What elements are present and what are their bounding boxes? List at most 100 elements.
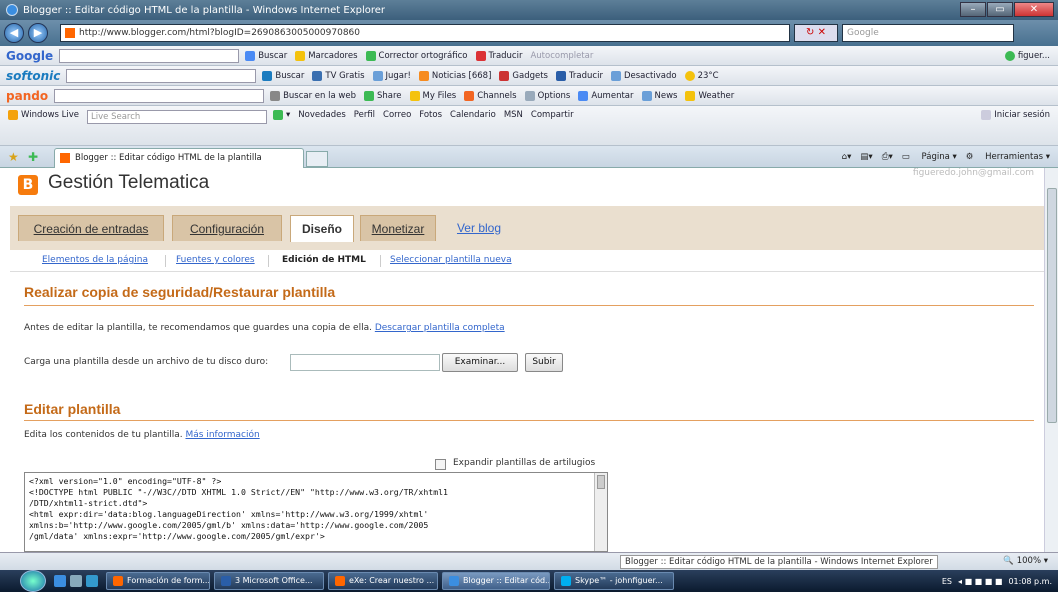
disabled-button[interactable]: Desactivado [610,70,677,81]
page-menu[interactable]: ▭ Página ▾ [902,152,957,162]
share-button[interactable]: Share [363,90,402,101]
back-button[interactable]: ◀ [4,23,24,43]
pando-weather-button[interactable]: Weather [685,90,734,101]
softonic-search-input[interactable] [66,68,257,83]
divider [165,255,166,267]
profile-link[interactable]: Perfil [354,110,375,120]
live-news-link[interactable]: Novedades [298,110,345,120]
photos-link[interactable]: Fotos [419,110,442,120]
address-bar-row: ◀ ▶ http://www.blogger.com/html?blogID=2… [0,20,1058,46]
tab-settings[interactable]: Configuración [172,215,282,241]
zoom-level[interactable]: 🔍 100% ▾ [1003,556,1048,566]
window-title: Blogger :: Editar código HTML de la plan… [23,4,386,16]
tab-monetize[interactable]: Monetizar [360,215,436,241]
desktop-quicklaunch-icon[interactable] [70,575,82,587]
page-scroll-thumb[interactable] [1047,188,1057,423]
pando-toolbar: pando Buscar en la web Share My Files Ch… [0,86,1058,106]
user-email: figueredo.john@gmail.com [912,168,1034,178]
windows-live-toolbar: Windows Live Live Search ▾ Novedades Per… [0,106,1058,146]
pando-logo: pando [6,88,49,103]
blog-title: Gestión Telematica [48,172,210,193]
browse-button[interactable]: Examinar... [442,353,518,372]
code-scrollbar[interactable] [594,473,607,551]
forward-button[interactable]: ▶ [28,23,48,43]
divider [268,255,269,267]
view-blog-link[interactable]: Ver blog [444,215,514,241]
print-icon[interactable]: ⎙▾ [882,152,893,162]
gadgets-button[interactable]: Gadgets [499,70,548,81]
bookmarks-button[interactable]: Marcadores [295,50,358,61]
close-button[interactable]: ✕ [1014,2,1054,17]
translate-button[interactable]: Traducir [475,50,522,61]
task-blogger[interactable]: Blogger :: Editar cód... [442,572,550,590]
softonic-translate-button[interactable]: Traducir [555,70,603,81]
maximize-button[interactable]: ▭ [987,2,1013,17]
task-office[interactable]: 3 Microsoft Office... [214,572,324,590]
tab-posting[interactable]: Creación de entradas [18,215,164,241]
file-path-input[interactable] [290,354,440,371]
google-search-input[interactable] [59,48,240,63]
new-tab-button[interactable] [306,150,328,167]
clock[interactable]: 01:08 p.m. [1008,577,1052,586]
scroll-thumb[interactable] [597,475,605,489]
browser-tab-active[interactable]: Blogger :: Editar código HTML de la plan… [54,147,304,168]
mail-link[interactable]: Correo [383,110,411,120]
refresh-stop-icons[interactable]: ↻ ✕ [794,24,838,42]
start-button[interactable] [20,570,46,592]
softonic-logo: softonic [6,68,61,83]
task-exe[interactable]: eXe: Crear nuestro ... [328,572,438,590]
calendar-link[interactable]: Calendario [450,110,496,120]
softonic-search-button[interactable]: Buscar [262,70,304,81]
news-button[interactable]: Noticias [668] [418,70,491,81]
spellcheck-button[interactable]: Corrector ortográfico [365,50,468,61]
google-search-button[interactable]: Buscar [245,50,287,61]
task-skype[interactable]: Skype™ - johnfiguer... [554,572,674,590]
live-search-input[interactable]: Live Search [87,110,268,124]
ie-quicklaunch-icon[interactable] [54,575,66,587]
media-quicklaunch-icon[interactable] [86,575,98,587]
subtab-fonts-colors[interactable]: Fuentes y colores [176,255,255,265]
google-user[interactable]: figuer... [1004,50,1050,61]
windows-taskbar: Formación de form... 3 Microsoft Office.… [0,570,1058,592]
status-tooltip: Blogger :: Editar código HTML de la plan… [620,555,938,569]
address-input[interactable]: http://www.blogger.com/html?blogID=26908… [60,24,790,42]
subtab-page-elements[interactable]: Elementos de la página [42,255,148,265]
tab-layout[interactable]: Diseño [290,215,354,242]
feeds-icon[interactable]: ▤▾ [860,152,872,162]
language-indicator[interactable]: ES [942,577,952,586]
tools-menu[interactable]: ⚙ Herramientas ▾ [966,152,1050,162]
share-link[interactable]: Compartir [531,110,574,120]
pando-news-button[interactable]: News [641,90,677,101]
upload-button[interactable]: Subir [525,353,563,372]
msn-link[interactable]: MSN [504,110,523,120]
blogger-favicon [60,153,70,163]
windows-live-logo: Windows Live [8,110,79,120]
page-scrollbar[interactable] [1044,168,1058,552]
search-box[interactable]: Google [842,24,1014,42]
favorites-star-icon[interactable]: ★ [8,150,20,164]
web-search-button[interactable]: Buscar en la web [270,90,356,101]
google-toolbar: Google Buscar Marcadores Corrector ortog… [0,46,1058,66]
tv-button[interactable]: TV Gratis [312,70,365,81]
minimize-button[interactable]: – [960,2,986,17]
zoom-in-button[interactable]: Aumentar [578,90,634,101]
options-button[interactable]: Options [524,90,570,101]
sign-in-link[interactable]: Iniciar sesión [981,110,1050,120]
home-icon[interactable]: ⌂▾ [842,152,852,162]
autofill-button[interactable]: Autocompletar [530,51,593,61]
subtab-edit-html[interactable]: Edición de HTML [282,255,366,265]
more-info-link[interactable]: Más información [185,430,259,440]
subtab-choose-template[interactable]: Seleccionar plantilla nueva [390,255,512,265]
my-files-button[interactable]: My Files [409,90,456,101]
channels-button[interactable]: Channels [464,90,517,101]
download-template-link[interactable]: Descargar plantilla completa [375,323,505,333]
quick-launch [54,575,102,587]
live-search-button[interactable]: ▾ [273,110,290,120]
expand-widgets-checkbox[interactable] [435,459,446,470]
task-formacion[interactable]: Formación de form... [106,572,210,590]
add-favorite-icon[interactable]: ✚ [28,150,40,164]
tray-icons[interactable]: ◂ ■ ■ ■ ■ [958,577,1002,586]
play-button[interactable]: Jugar! [372,70,411,81]
template-code-editor[interactable]: <?xml version="1.0" encoding="UTF-8" ?> … [24,472,608,552]
pando-search-input[interactable] [54,88,265,103]
